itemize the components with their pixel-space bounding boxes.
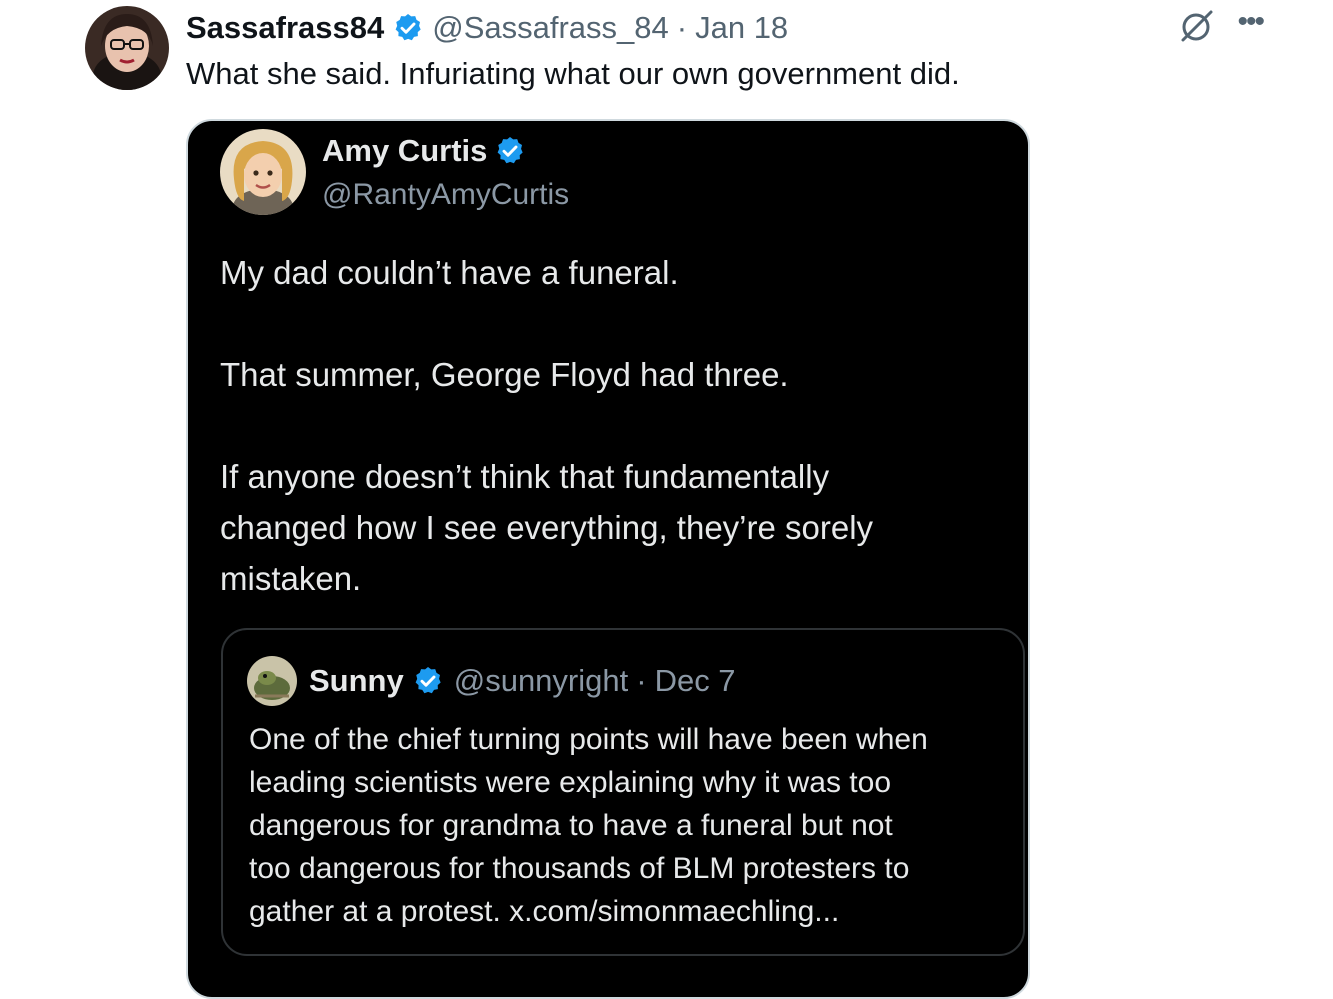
quoted-author-handle: @RantyAmyCurtis: [322, 178, 570, 211]
author-handle[interactable]: @Sassafrass_84: [432, 8, 669, 48]
quoted-paragraph: mistaken.: [220, 560, 362, 597]
inner-author-handle: @sunnyright: [453, 663, 629, 698]
tweet-text: What she said. Infuriating what our own …: [186, 56, 960, 91]
inner-tweet-line: One of the chief turning points will hav…: [249, 723, 928, 756]
tweet-actions-top: •••: [1177, 6, 1265, 46]
inner-author-line: Sunny @sunnyright · Dec 7: [309, 661, 736, 701]
inner-tweet-text: One of the chief turning points will hav…: [249, 718, 1019, 933]
quoted-author-name: Amy Curtis: [322, 133, 488, 168]
inner-tweet-date: Dec 7: [654, 663, 736, 698]
inner-tweet-line: gather at a protest. x.com/simonmaechlin…: [249, 895, 840, 928]
inner-tweet-line: leading scientists were explaining why i…: [249, 766, 891, 799]
inner-author-avatar: [247, 656, 297, 706]
verified-badge-icon: [494, 135, 526, 167]
separator-dot: ·: [676, 10, 688, 45]
quoted-author-line: Amy Curtis: [322, 131, 526, 171]
tweet-date[interactable]: Jan 18: [695, 8, 788, 48]
inner-quoted-tweet: Sunny @sunnyright · Dec 7 One of the chi…: [221, 628, 1025, 956]
quoted-paragraph: My dad couldn’t have a funeral.: [220, 254, 679, 291]
tweet-media-image[interactable]: Amy Curtis @RantyAmyCurtis My dad couldn…: [186, 119, 1030, 999]
author-name[interactable]: Sassafrass84: [186, 8, 384, 48]
quoted-paragraph: That summer, George Floyd had three.: [220, 356, 789, 393]
quoted-author-avatar: [220, 129, 306, 215]
separator-dot: ·: [636, 663, 647, 698]
inner-author-name: Sunny: [309, 663, 404, 698]
more-options-icon[interactable]: •••: [1237, 7, 1264, 37]
quoted-paragraph: changed how I see everything, they’re so…: [220, 509, 874, 546]
quoted-paragraph: If anyone doesn’t think that fundamental…: [220, 458, 830, 495]
tweet-header: Sassafrass84 @Sassafrass_84 · Jan 18: [186, 8, 788, 48]
author-avatar[interactable]: [85, 6, 169, 90]
verified-badge-icon: [412, 665, 444, 697]
inner-tweet-line: dangerous for grandma to have a funeral …: [249, 809, 893, 842]
inner-tweet-line: too dangerous for thousands of BLM prote…: [249, 852, 910, 885]
grok-icon[interactable]: [1177, 6, 1217, 46]
verified-badge-icon[interactable]: [392, 12, 424, 44]
